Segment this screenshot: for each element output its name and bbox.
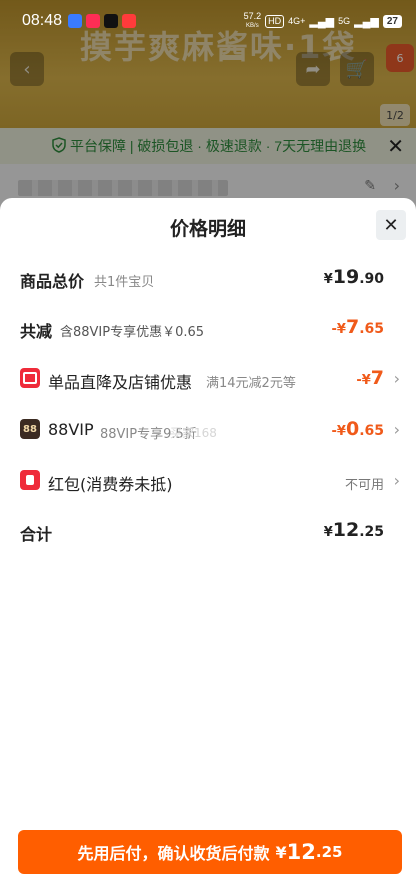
pay-later-confirm-button[interactable]: 先用后付，确认收货后付款 ¥ 12 .25 — [18, 830, 402, 874]
discount-row: 共减 含88VIP专享优惠￥0.65 -¥7.65 — [0, 308, 416, 348]
discount-label: 共减 — [20, 322, 53, 341]
chevron-right-icon: › — [393, 471, 400, 490]
close-icon: ✕ — [383, 214, 399, 236]
net-speed: 57.2 — [243, 11, 262, 21]
shop-discount-icon — [20, 368, 40, 388]
chevron-right-icon: › — [393, 176, 400, 195]
watermark: 买家168 — [170, 426, 217, 440]
blurred-address — [18, 180, 228, 196]
vip-label: 88VIP — [48, 420, 94, 439]
image-counter: 1/2 — [380, 104, 410, 126]
signal-bars-icon: ▂▄▆ — [309, 15, 335, 28]
cart-icon[interactable]: 🛒 — [340, 52, 374, 86]
app-notification-icon — [86, 14, 100, 28]
signal-5g-icon: 5G — [338, 16, 351, 26]
guarantee-bar: 平台保障 | 破损包退 · 极速退款 · 7天无理由退换 ✕ — [0, 128, 416, 164]
guarantee-text: 平台保障 | 破损包退 · 极速退款 · 7天无理由退换 — [70, 138, 367, 154]
total-amount: ¥12.25 — [323, 519, 384, 541]
app-notification-icon — [68, 14, 82, 28]
subtotal-amount: ¥19.90 — [323, 266, 384, 288]
red-packet-icon — [20, 470, 40, 490]
battery-icon: 27 — [382, 14, 402, 28]
shop-discount-row[interactable]: 单品直降及店铺优惠 满14元减2元等 -¥7 › — [0, 359, 416, 399]
discount-note: 含88VIP专享优惠￥0.65 — [60, 325, 205, 340]
red-packet-label: 红包(消费券未抵) — [48, 475, 173, 494]
cta-label: 先用后付，确认收货后付款 — [77, 844, 270, 863]
back-icon[interactable]: ‹ — [10, 52, 44, 86]
vip-88-icon: 88 — [20, 419, 40, 439]
cta-amount-int: 12 — [286, 840, 316, 864]
shield-icon — [52, 137, 66, 153]
subtotal-label: 商品总价 — [20, 272, 85, 291]
sheet-title: 价格明细 — [169, 218, 246, 240]
status-bar: 08:48 57.2 KB/s HD 4G+ ▂▄▆ 5G ▂▄▆ 27 — [0, 0, 416, 40]
net-speed-unit: KB/s — [246, 23, 259, 29]
close-button[interactable]: ✕ — [376, 210, 406, 240]
share-icon[interactable]: ➦ — [296, 52, 330, 86]
shop-discount-amount: -¥7 — [356, 367, 384, 389]
cta-currency: ¥ — [275, 842, 287, 862]
chevron-right-icon: › — [393, 369, 400, 388]
edit-icon[interactable]: ✎ — [364, 178, 376, 194]
signal-bars-icon: ▂▄▆ — [354, 15, 379, 28]
cart-badge: 6 — [386, 44, 414, 72]
vip-discount-row[interactable]: 88 88VIP 88VIP专享9.5折 买家168 -¥0.65 › — [0, 410, 416, 450]
chevron-right-icon: › — [393, 420, 400, 439]
cta-amount-dec: .25 — [315, 843, 343, 861]
total-label: 合计 — [20, 525, 53, 544]
tiktok-icon — [104, 14, 118, 28]
discount-amount: -¥7.65 — [331, 316, 385, 338]
shop-discount-label: 单品直降及店铺优惠 — [48, 373, 193, 392]
shop-discount-note: 满14元减2元等 — [206, 376, 296, 391]
subtotal-count: 共1件宝贝 — [94, 275, 155, 290]
subtotal-row: 商品总价 共1件宝贝 ¥19.90 — [0, 258, 416, 298]
close-icon[interactable]: ✕ — [387, 134, 404, 158]
total-row: 合计 ¥12.25 — [0, 511, 416, 551]
status-indicators: 57.2 KB/s HD 4G+ ▂▄▆ 5G ▂▄▆ 27 — [244, 12, 402, 30]
hd-icon: HD — [265, 14, 285, 28]
clock: 08:48 — [22, 12, 63, 29]
red-packet-row[interactable]: 红包(消费券未抵) 不可用 › — [0, 461, 416, 501]
app-notification-icon — [122, 14, 136, 28]
signal-4g-icon: 4G+ — [288, 16, 306, 26]
price-detail-sheet: 价格明细 ✕ 商品总价 共1件宝贝 ¥19.90 共减 含88VIP专享优惠￥0… — [0, 198, 416, 878]
vip-discount-amount: -¥0.65 — [331, 418, 385, 440]
red-packet-status: 不可用 — [344, 478, 384, 493]
